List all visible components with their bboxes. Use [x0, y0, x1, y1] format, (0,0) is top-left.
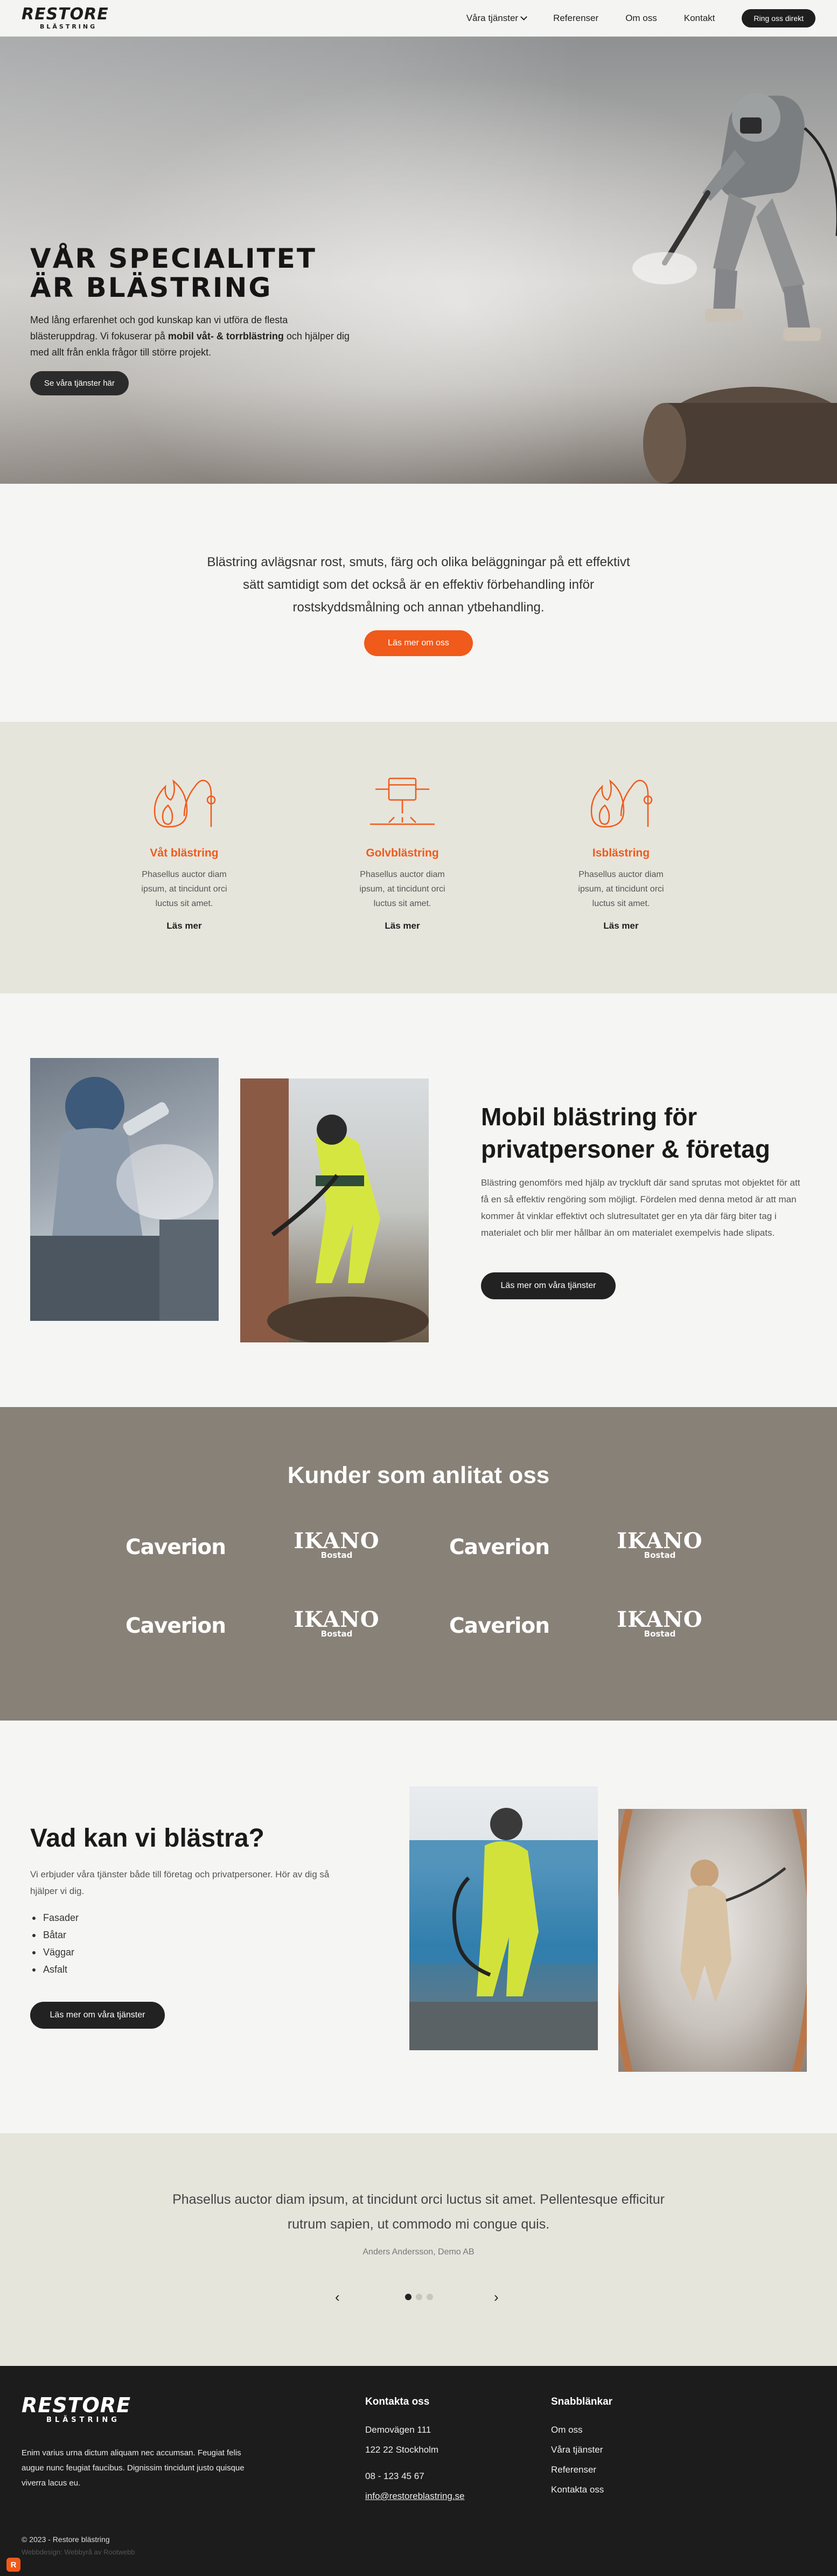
logo-subtitle: BLÄSTRING	[46, 2416, 120, 2424]
list-item: Asfalt	[30, 1961, 79, 1978]
service-title: Isblästring	[592, 847, 650, 859]
footer-link-references[interactable]: Referenser	[551, 2460, 604, 2480]
read-more-about-button[interactable]: Läs mer om oss	[364, 630, 473, 656]
photo-worker-yellow-suit	[240, 1078, 429, 1342]
site-badge-icon[interactable]: R	[6, 2558, 20, 2572]
client-logo-name: IKANO	[294, 1607, 380, 1632]
footer-phone[interactable]: 08 - 123 45 67	[365, 2466, 465, 2486]
testimonial-quote: Phasellus auctor diam ipsum, at tincidun…	[172, 2192, 665, 2232]
site-footer: RESTORE BLÄSTRING Enim varius urna dictu…	[0, 2366, 837, 2576]
footer-address-line: Demovägen 111	[365, 2425, 431, 2435]
intro-section: Blästring avlägsnar rost, smuts, färg oc…	[0, 484, 837, 722]
service-text: Phasellus auctor diam ipsum, at tincidun…	[359, 870, 445, 908]
main-nav: Våra tjänster Referenser Om oss Kontakt …	[466, 9, 815, 27]
client-logo-caverion: Caverion	[449, 1535, 550, 1559]
client-logo-ikano: IKANO Bostad	[601, 1528, 719, 1559]
clients-section: Kunder som anlitat oss Caverion IKANO Bo…	[0, 1407, 837, 1721]
site-header: RESTORE BLÄSTRING Våra tjänster Referens…	[0, 0, 837, 37]
hero-title-line: är blästring	[30, 272, 273, 303]
what-text: Vi erbjuder våra tjänster både till före…	[30, 1869, 330, 1896]
client-logo-ikano: IKANO Bostad	[277, 1607, 396, 1638]
see-services-button[interactable]: Se våra tjänster här	[30, 371, 129, 395]
hero-description: Med lång erfarenhet och god kunskap kan …	[30, 312, 353, 360]
services-section: Våt blästring Phasellus auctor diam ipsu…	[0, 722, 837, 993]
footer-contact-heading: Kontakta oss	[365, 2396, 430, 2407]
hero-title: Vår specialitet är blästring	[30, 244, 375, 302]
footer-email-link[interactable]: info@restoreblastring.se	[365, 2486, 465, 2506]
what-title: Vad kan vi blästra?	[30, 1824, 264, 1853]
chevron-left-icon[interactable]: ‹	[335, 2290, 340, 2304]
service-text: Phasellus auctor diam ipsum, at tincidun…	[578, 870, 664, 908]
photo-worker-asphalt	[409, 1786, 598, 2050]
footer-copyright: © 2023 - Restore blästring	[22, 2535, 110, 2544]
photo-sandblaster-indoor	[30, 1058, 219, 1321]
client-logo-ikano: IKANO Bostad	[601, 1607, 719, 1638]
carousel-dot[interactable]	[427, 2294, 433, 2300]
hero-text-bold: mobil våt- & torrblästring	[168, 331, 284, 342]
footer-logo[interactable]: RESTORE BLÄSTRING	[22, 2395, 131, 2424]
footer-description: Enim varius urna dictum aliquam nec accu…	[22, 2448, 245, 2488]
floor-blaster-icon	[322, 770, 483, 835]
carousel-dot[interactable]	[416, 2294, 422, 2300]
service-text: Phasellus auctor diam ipsum, at tincidun…	[141, 870, 227, 908]
nav-item-services[interactable]: Våra tjänster	[466, 12, 527, 24]
mobile-blasting-section: Mobil blästring för privatpersoner & för…	[0, 993, 837, 1407]
footer-address-line: 122 22 Stockholm	[365, 2445, 439, 2455]
hero-title-line: Vår specialitet	[30, 243, 317, 274]
carousel-dot[interactable]	[405, 2294, 411, 2300]
intro-text: Blästring avlägsnar rost, smuts, färg oc…	[207, 555, 630, 615]
list-item: Båtar	[30, 1926, 79, 1944]
read-more-services-button[interactable]: Läs mer om våra tjänster	[481, 1272, 616, 1299]
footer-link-services[interactable]: Våra tjänster	[551, 2440, 604, 2460]
client-logo-name: IKANO	[617, 1607, 703, 1632]
chevron-down-icon	[520, 13, 527, 20]
carousel-dots	[405, 2294, 433, 2300]
nav-item-about[interactable]: Om oss	[625, 13, 657, 24]
service-title: Golvblästring	[366, 847, 439, 859]
list-item: Väggar	[30, 1944, 79, 1961]
list-item: Fasader	[30, 1909, 79, 1926]
client-logo-caverion: Caverion	[125, 1535, 226, 1559]
footer-contact-block: Demovägen 111 122 22 Stockholm 08 - 123 …	[365, 2420, 465, 2506]
nav-item-label: Våra tjänster	[466, 12, 519, 23]
service-read-more-link[interactable]: Läs mer	[385, 921, 420, 931]
service-title: Våt blästring	[150, 847, 219, 859]
photo-blasting-in-pipe	[618, 1809, 807, 2072]
read-more-services-button[interactable]: Läs mer om våra tjänster	[30, 2002, 165, 2029]
call-button[interactable]: Ring oss direkt	[742, 9, 815, 27]
footer-links-heading: Snabblänkar	[551, 2396, 613, 2407]
hero-content: Vår specialitet är blästring Med lång er…	[30, 244, 375, 395]
client-logo-ikano: IKANO Bostad	[277, 1528, 396, 1559]
footer-link-about[interactable]: Om oss	[551, 2420, 604, 2440]
testimonial-section: Phasellus auctor diam ipsum, at tincidun…	[0, 2133, 837, 2366]
mobile-blasting-text: Blästring genomförs med hjälp av trycklu…	[481, 1178, 800, 1238]
client-logo-caverion: Caverion	[449, 1614, 550, 1638]
logo-subtitle: BLÄSTRING	[40, 23, 97, 30]
footer-quick-links: Om oss Våra tjänster Referenser Kontakta…	[551, 2420, 604, 2500]
clients-title: Kunder som anlitat oss	[287, 1462, 550, 1488]
footer-link-contact[interactable]: Kontakta oss	[551, 2480, 604, 2500]
logo-wordmark: RESTORE	[22, 2393, 131, 2417]
client-logo-caverion: Caverion	[125, 1614, 226, 1638]
chevron-right-icon[interactable]: ›	[494, 2290, 499, 2304]
client-logo-name: IKANO	[294, 1528, 380, 1554]
service-card-ice: Isblästring Phasellus auctor diam ipsum,…	[540, 770, 702, 931]
flame-hose-icon	[540, 770, 702, 835]
service-card-wet: Våt blästring Phasellus auctor diam ipsu…	[103, 770, 265, 931]
nav-item-contact[interactable]: Kontakt	[684, 13, 715, 24]
nav-item-references[interactable]: Referenser	[553, 13, 598, 24]
service-card-floor: Golvblästring Phasellus auctor diam ipsu…	[322, 770, 483, 931]
flame-hose-icon	[103, 770, 265, 835]
site-logo[interactable]: RESTORE BLÄSTRING	[22, 6, 109, 30]
logo-wordmark: RESTORE	[22, 5, 109, 24]
service-read-more-link[interactable]: Läs mer	[166, 921, 201, 931]
footer-credit[interactable]: Webbdesign: Webbyrå av Rootwebb	[22, 2548, 135, 2556]
testimonial-author: Anders Andersson, Demo AB	[362, 2247, 475, 2257]
blast-surface-list: Fasader Båtar Väggar Asfalt	[30, 1909, 79, 1978]
client-logo-name: IKANO	[617, 1528, 703, 1554]
service-read-more-link[interactable]: Läs mer	[603, 921, 638, 931]
what-can-we-blast-section: Vad kan vi blästra? Vi erbjuder våra tjä…	[0, 1721, 837, 2133]
mobile-blasting-title: Mobil blästring för privatpersoner & för…	[481, 1103, 770, 1163]
hero-section: Vår specialitet är blästring Med lång er…	[0, 37, 837, 484]
